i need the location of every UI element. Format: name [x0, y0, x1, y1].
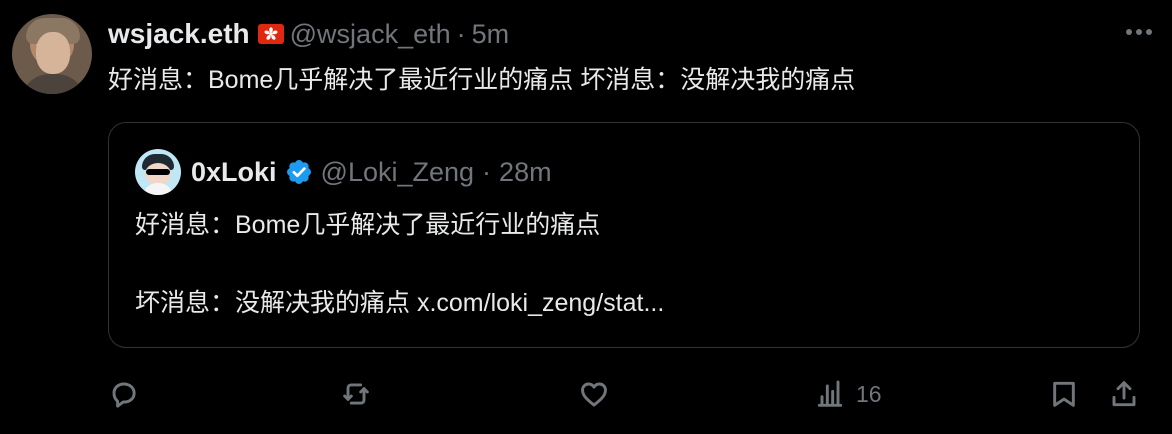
author-avatar[interactable]: [12, 14, 92, 94]
verified-badge-icon: [286, 160, 311, 184]
views-button[interactable]: 16: [814, 374, 882, 414]
quoted-text-line-1: 好消息：Bome几乎解决了最近行业的痛点: [135, 211, 601, 239]
quoted-tweet-text: 好消息：Bome几乎解决了最近行业的痛点 坏消息：没解决我的痛点 x.com/l…: [135, 205, 1115, 323]
quoted-header-separator: ·: [482, 156, 492, 187]
bookmark-button[interactable]: [1048, 374, 1080, 414]
tweet-timestamp[interactable]: 5m: [472, 19, 510, 50]
quoted-author-display-name[interactable]: 0xLoki: [191, 157, 277, 188]
reply-icon: [112, 382, 136, 408]
avatar-sunglasses: [146, 169, 170, 175]
share-button[interactable]: [1108, 374, 1140, 414]
author-handle[interactable]: @wsjack_eth: [290, 19, 451, 50]
tweet-actions: 16: [108, 374, 1144, 414]
quoted-text-spacer: [135, 245, 1115, 283]
tweet-header: wsjack.eth @wsjack_eth · 5m: [108, 16, 509, 52]
header-separator: ·: [456, 18, 466, 49]
quoted-tweet-card[interactable]: 0xLoki @Loki_Zeng · 28m 好消息：Bome几乎解决了最近行…: [108, 122, 1140, 348]
more-icon: [1126, 29, 1152, 35]
like-heart-icon: [581, 382, 607, 407]
tweet-text: 好消息：Bome几乎解决了最近行业的痛点 坏消息：没解决我的痛点: [108, 66, 856, 94]
quoted-author-handle[interactable]: @Loki_Zeng: [321, 157, 475, 188]
quoted-tweet-header: 0xLoki @Loki_Zeng · 28m: [191, 155, 552, 189]
quoted-text-line-2: 坏消息：没解决我的痛点 x.com/loki_zeng/stat...: [135, 283, 1115, 323]
hong-kong-flag-icon: [257, 24, 284, 44]
share-icon: [1112, 381, 1136, 407]
bookmark-icon: [1053, 381, 1075, 407]
quoted-text-line-2-prefix: 坏消息：没解决我的痛点: [135, 289, 417, 317]
avatar-face: [36, 32, 70, 74]
author-display-name[interactable]: wsjack.eth: [108, 18, 250, 50]
retweet-icon: [343, 383, 369, 405]
quoted-text-link[interactable]: x.com/loki_zeng/stat...: [417, 289, 664, 317]
reply-button[interactable]: [108, 374, 140, 414]
views-count: 16: [856, 380, 882, 407]
avatar-body: [143, 183, 173, 195]
more-options-button[interactable]: [1124, 18, 1154, 46]
views-chart-icon: [817, 380, 843, 407]
quoted-tweet-timestamp[interactable]: 28m: [499, 157, 552, 188]
quoted-author-avatar[interactable]: [135, 149, 181, 195]
retweet-button[interactable]: [340, 374, 372, 414]
like-button[interactable]: [578, 374, 610, 414]
avatar-shirt: [20, 74, 86, 94]
